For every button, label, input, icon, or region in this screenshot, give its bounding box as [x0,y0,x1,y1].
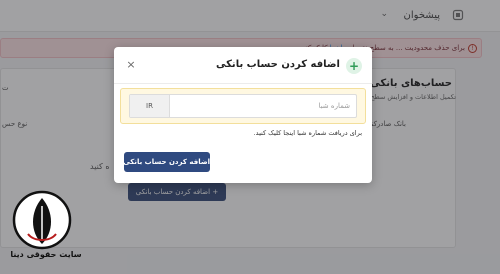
iban-field: IR [129,94,357,118]
modal-title: اضافه کردن حساب بانکی [216,59,340,70]
iban-prefix: IR [130,95,170,117]
iban-field-wrapper: IR [120,88,366,124]
plus-circle-icon: + [346,58,362,74]
iban-hint-link[interactable]: برای دریافت شماره شبا اینجا کلیک کنید. [254,129,362,137]
iban-input[interactable] [171,95,356,117]
watermark-text: سایت حقوقی دینا [10,250,82,259]
modal-divider [114,83,372,84]
add-bank-account-modal: + اضافه کردن حساب بانکی × IR برای دریافت… [114,47,372,183]
site-logo [12,190,72,250]
submit-bank-account-button[interactable]: اضافه کردن حساب بانکی [123,152,210,172]
close-icon[interactable]: × [124,58,138,72]
